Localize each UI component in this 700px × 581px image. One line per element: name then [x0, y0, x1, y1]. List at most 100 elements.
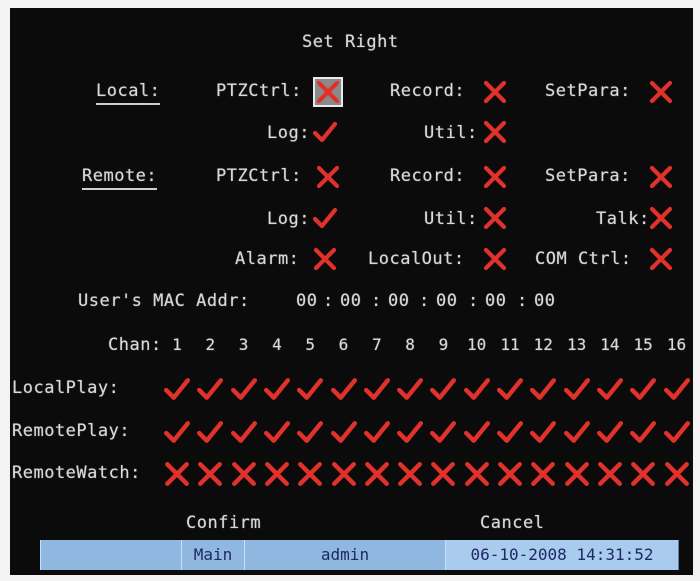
channel-number-4: 4	[272, 335, 282, 354]
permission-toggle-ch14[interactable]	[595, 418, 625, 446]
local-util-toggle[interactable]	[482, 119, 508, 145]
permission-toggle-ch6[interactable]	[329, 418, 359, 446]
remote-log-toggle[interactable]	[312, 205, 338, 231]
permission-toggle-ch6[interactable]	[329, 460, 359, 488]
cross-icon	[231, 462, 256, 486]
mac-octet-6[interactable]: 00	[534, 291, 555, 311]
permission-toggle-ch2[interactable]	[195, 418, 225, 446]
check-icon	[630, 421, 657, 443]
check-icon	[230, 378, 257, 400]
mac-octet-3[interactable]: 00	[388, 291, 409, 311]
permission-toggle-ch4[interactable]	[262, 460, 292, 488]
permission-toggle-ch16[interactable]	[662, 418, 692, 446]
permission-toggle-ch13[interactable]	[562, 418, 592, 446]
permission-toggle-ch7[interactable]	[362, 375, 392, 403]
permission-toggle-ch7[interactable]	[362, 418, 392, 446]
row-label: RemotePlay:	[12, 421, 131, 441]
permission-toggle-ch16[interactable]	[662, 375, 692, 403]
cross-icon	[597, 462, 622, 486]
remote-util-toggle[interactable]	[482, 205, 508, 231]
permission-toggle-ch5[interactable]	[295, 375, 325, 403]
permission-toggle-ch7[interactable]	[362, 460, 392, 488]
cross-icon	[264, 462, 289, 486]
permission-toggle-ch16[interactable]	[662, 460, 692, 488]
permission-toggle-ch2[interactable]	[195, 460, 225, 488]
mac-octet-4[interactable]: 00	[436, 291, 457, 311]
cross-icon	[331, 462, 356, 486]
permission-toggle-ch4[interactable]	[262, 375, 292, 403]
permission-toggle-ch13[interactable]	[562, 460, 592, 488]
remote-alarm-toggle[interactable]	[312, 246, 338, 272]
channel-number-9: 9	[438, 335, 449, 354]
cross-icon	[649, 206, 673, 230]
permission-toggle-ch14[interactable]	[595, 375, 625, 403]
check-icon	[297, 378, 324, 400]
check-icon	[430, 378, 457, 400]
check-icon	[463, 378, 490, 400]
permission-toggle-ch12[interactable]	[528, 460, 558, 488]
remote-localout-toggle[interactable]	[482, 246, 508, 272]
permission-toggle-ch6[interactable]	[329, 375, 359, 403]
permission-toggle-ch8[interactable]	[395, 418, 425, 446]
permission-toggle-ch2[interactable]	[195, 375, 225, 403]
remote-ptz-toggle[interactable]	[315, 164, 341, 190]
cancel-button[interactable]: Cancel	[480, 513, 544, 533]
mac-separator: :	[468, 291, 479, 311]
permission-toggle-ch12[interactable]	[528, 418, 558, 446]
confirm-button[interactable]: Confirm	[186, 513, 261, 533]
check-icon	[430, 421, 457, 443]
permission-toggle-ch15[interactable]	[628, 460, 658, 488]
permission-toggle-ch13[interactable]	[562, 375, 592, 403]
remote-record-toggle[interactable]	[482, 164, 508, 190]
permission-toggle-ch5[interactable]	[295, 418, 325, 446]
mac-octet-5[interactable]: 00	[485, 291, 506, 311]
permission-toggle-ch9[interactable]	[428, 460, 458, 488]
remote-talk-toggle[interactable]	[648, 205, 674, 231]
permission-toggle-ch12[interactable]	[528, 375, 558, 403]
remote-comctrl-toggle[interactable]	[648, 246, 674, 272]
permission-toggle-ch9[interactable]	[428, 375, 458, 403]
dvr-screen: Set Right Local: PTZCtrl: Record: SetPar…	[10, 8, 693, 575]
permission-toggle-ch10[interactable]	[462, 418, 492, 446]
permission-toggle-ch10[interactable]	[462, 460, 492, 488]
permission-toggle-ch15[interactable]	[628, 375, 658, 403]
permission-toggle-ch8[interactable]	[395, 460, 425, 488]
channel-number-3: 3	[238, 335, 249, 354]
cross-icon	[649, 165, 673, 189]
permission-toggle-ch10[interactable]	[462, 375, 492, 403]
permission-toggle-ch14[interactable]	[595, 460, 625, 488]
channel-number-7: 7	[371, 335, 382, 354]
check-icon	[496, 378, 524, 400]
channel-number-8: 8	[405, 335, 415, 354]
permission-toggle-ch11[interactable]	[495, 375, 525, 403]
cross-icon	[165, 462, 189, 486]
permission-toggle-ch5[interactable]	[295, 460, 325, 488]
channel-number-10: 10	[467, 335, 487, 354]
local-ptz-toggle[interactable]	[313, 77, 343, 107]
remote-setpara-toggle[interactable]	[648, 164, 674, 190]
check-icon	[330, 378, 357, 400]
permission-toggle-ch1[interactable]	[162, 418, 192, 446]
mac-octet-1[interactable]: 00	[296, 291, 317, 311]
permission-toggle-ch8[interactable]	[395, 375, 425, 403]
channel-number-15: 15	[633, 335, 653, 354]
local-record-toggle[interactable]	[482, 79, 508, 105]
remote-talk-label: Talk:	[596, 209, 650, 229]
permission-toggle-ch11[interactable]	[495, 418, 525, 446]
permission-toggle-ch11[interactable]	[495, 460, 525, 488]
permission-toggle-ch3[interactable]	[229, 460, 259, 488]
permission-toggle-ch3[interactable]	[229, 418, 259, 446]
check-icon	[630, 378, 657, 400]
mac-octet-2[interactable]: 00	[340, 291, 361, 311]
local-setpara-toggle[interactable]	[648, 79, 674, 105]
permission-toggle-ch4[interactable]	[262, 418, 292, 446]
permission-toggle-ch3[interactable]	[229, 375, 259, 403]
local-log-toggle[interactable]	[312, 119, 338, 145]
permission-toggle-ch15[interactable]	[628, 418, 658, 446]
remote-ptz-label: PTZCtrl:	[216, 166, 302, 186]
permission-toggle-ch1[interactable]	[162, 375, 192, 403]
permission-toggle-ch1[interactable]	[162, 460, 192, 488]
permission-toggle-ch9[interactable]	[428, 418, 458, 446]
check-icon	[397, 421, 424, 443]
check-icon	[263, 378, 290, 400]
